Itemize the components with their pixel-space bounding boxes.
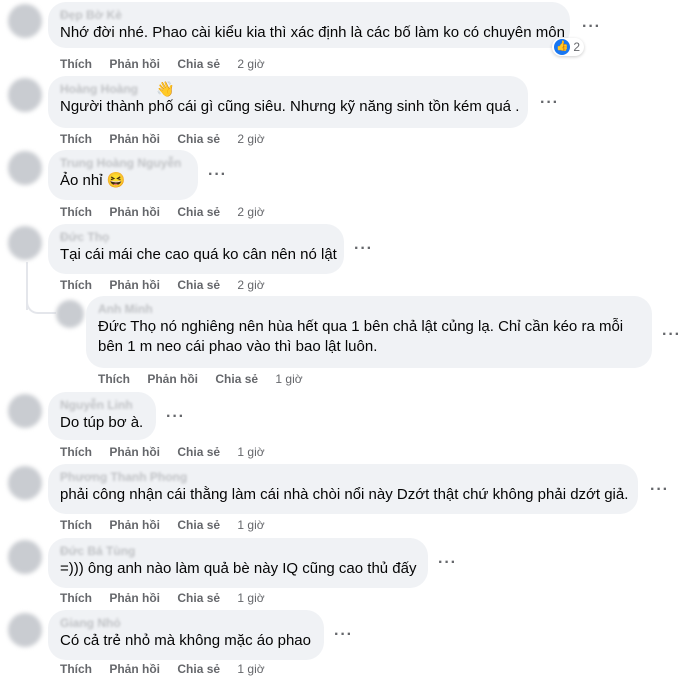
like-button[interactable]: Thích [60, 662, 92, 676]
reply-button[interactable]: Phản hồi [109, 205, 160, 219]
comment-bubble: Nguyễn Linh Do túp bơ à. [48, 392, 156, 440]
more-options-icon[interactable]: ··· [582, 19, 601, 35]
comment-author[interactable]: Phương Thanh Phong [60, 470, 626, 485]
like-button[interactable]: Thích [60, 278, 92, 292]
comment-bubble: Đẹp Bờ Kè Nhớ đời nhé. Phao cài kiểu kia… [48, 2, 584, 56]
timestamp[interactable]: 2 giờ [237, 132, 264, 146]
comment-bubble: Đức Bá Tùng =))) ông anh nào làm quả bè … [48, 538, 428, 588]
avatar[interactable] [8, 226, 42, 260]
comment-text: Người thành phố cái gì cũng siêu. Nhưng … [60, 98, 520, 115]
like-button[interactable]: Thích [60, 57, 92, 71]
reaction-count[interactable]: 👍 2 [552, 38, 584, 56]
more-options-icon[interactable]: ··· [540, 95, 559, 111]
comment-author[interactable]: Đức Thọ [60, 230, 332, 245]
share-button[interactable]: Chia sẻ [177, 445, 220, 459]
comment-bubble: Trung Hoàng Nguyễn Ảo nhỉ 😆 [48, 150, 198, 200]
share-button[interactable]: Chia sẻ [215, 372, 258, 386]
comment-text: Ảo nhỉ 😆 [60, 172, 126, 189]
comment-author[interactable]: Trung Hoàng Nguyễn [60, 156, 186, 171]
timestamp[interactable]: 1 giờ [237, 662, 264, 676]
timestamp[interactable]: 2 giờ [237, 57, 264, 71]
comment-text: Tại cái mái che cao quá ko cân nên nó lậ… [60, 246, 337, 263]
avatar[interactable] [8, 78, 42, 112]
reply-button[interactable]: Phản hồi [109, 591, 160, 605]
comment-actions: Thích Phản hồi Chia sẻ 2 giờ [60, 57, 279, 71]
reply-button[interactable]: Phản hồi [109, 57, 160, 71]
avatar[interactable] [8, 4, 42, 38]
timestamp[interactable]: 1 giờ [237, 445, 264, 459]
avatar[interactable] [56, 300, 84, 328]
timestamp[interactable]: 2 giờ [237, 205, 264, 219]
like-button[interactable]: Thích [60, 132, 92, 146]
comment-actions: Thích Phản hồi Chia sẻ 2 giờ [60, 132, 279, 146]
comment-author[interactable]: Đức Bá Tùng [60, 544, 416, 559]
like-button[interactable]: Thích [60, 518, 92, 532]
comment-actions: Thích Phản hồi Chia sẻ 1 giờ [60, 591, 279, 605]
comment-text: Do túp bơ à. [60, 414, 144, 431]
wave-icon: 👋 [156, 81, 175, 98]
comment-bubble: Giang Nhỏ Có cả trẻ nhỏ mà không mặc áo … [48, 610, 324, 660]
comment-author[interactable]: Đẹp Bờ Kè [60, 8, 558, 23]
share-button[interactable]: Chia sẻ [177, 132, 220, 146]
reply-button[interactable]: Phản hồi [109, 662, 160, 676]
timestamp[interactable]: 2 giờ [237, 278, 264, 292]
share-button[interactable]: Chia sẻ [177, 278, 220, 292]
comment-text: =))) ông anh nào làm quả bè này IQ cũng … [60, 560, 417, 577]
reply-button[interactable]: Phản hồi [109, 518, 160, 532]
comment-text-line: Đức Thọ nó nghiêng nên hùa hết qua 1 bên… [98, 318, 624, 335]
more-options-icon[interactable]: ··· [650, 482, 669, 498]
avatar[interactable] [8, 613, 42, 647]
reply-button[interactable]: Phản hồi [109, 278, 160, 292]
comment-bubble: Anh Minh Đức Thọ nó nghiêng nên hùa hết … [86, 296, 652, 368]
share-button[interactable]: Chia sẻ [177, 205, 220, 219]
timestamp[interactable]: 1 giờ [237, 591, 264, 605]
comment-actions: Thích Phản hồi Chia sẻ 2 giờ [60, 278, 279, 292]
comment-author[interactable]: Giang Nhỏ [60, 616, 312, 631]
like-button[interactable]: Thích [60, 445, 92, 459]
comment-actions: Thích Phản hồi Chia sẻ 1 giờ [98, 372, 317, 386]
like-button[interactable]: Thích [98, 372, 130, 386]
share-button[interactable]: Chia sẻ [177, 57, 220, 71]
comment-text: Có cả trẻ nhỏ mà không mặc áo phao [60, 632, 311, 649]
share-button[interactable]: Chia sẻ [177, 518, 220, 532]
timestamp[interactable]: 1 giờ [275, 372, 302, 386]
comment-text: phải công nhận cái thằng làm cái nhà chò… [60, 486, 629, 503]
timestamp[interactable]: 1 giờ [237, 518, 264, 532]
avatar[interactable] [8, 466, 42, 500]
share-button[interactable]: Chia sẻ [177, 662, 220, 676]
avatar[interactable] [8, 540, 42, 574]
like-reaction-icon: 👍 [554, 39, 571, 55]
more-options-icon[interactable]: ··· [166, 409, 185, 425]
comment-author[interactable]: Nguyễn Linh [60, 398, 144, 413]
comment-text-line: bên 1 m neo cái phao vào thì bao lật luô… [98, 338, 378, 355]
like-button[interactable]: Thích [60, 591, 92, 605]
avatar[interactable] [8, 151, 42, 185]
more-options-icon[interactable]: ··· [208, 167, 227, 183]
comment-actions: Thích Phản hồi Chia sẻ 1 giờ [60, 662, 279, 676]
thread-connector [26, 290, 56, 314]
more-options-icon[interactable]: ··· [334, 627, 353, 643]
comment-actions: Thích Phản hồi Chia sẻ 1 giờ [60, 445, 279, 459]
more-options-icon[interactable]: ··· [354, 241, 373, 257]
more-options-icon[interactable]: ··· [662, 327, 681, 343]
comment-bubble: Phương Thanh Phong phải công nhận cái th… [48, 464, 638, 514]
comment-bubble: Hoàng Hoàng Người thành phố cái gì cũng … [48, 76, 528, 128]
more-options-icon[interactable]: ··· [438, 555, 457, 571]
like-button[interactable]: Thích [60, 205, 92, 219]
reply-button[interactable]: Phản hồi [109, 445, 160, 459]
comment-text: Nhớ đời nhé. Phao cài kiểu kia thì xác đ… [60, 24, 565, 41]
comment-author[interactable]: Hoàng Hoàng [60, 82, 516, 97]
reply-button[interactable]: Phản hồi [147, 372, 198, 386]
reply-button[interactable]: Phản hồi [109, 132, 160, 146]
comment-actions: Thích Phản hồi Chia sẻ 1 giờ [60, 518, 279, 532]
avatar[interactable] [8, 394, 42, 428]
comment-bubble: Đức Thọ Tại cái mái che cao quá ko cân n… [48, 224, 344, 274]
share-button[interactable]: Chia sẻ [177, 591, 220, 605]
comment-actions: Thích Phản hồi Chia sẻ 2 giờ [60, 205, 279, 219]
comment-author[interactable]: Anh Minh [98, 302, 640, 317]
